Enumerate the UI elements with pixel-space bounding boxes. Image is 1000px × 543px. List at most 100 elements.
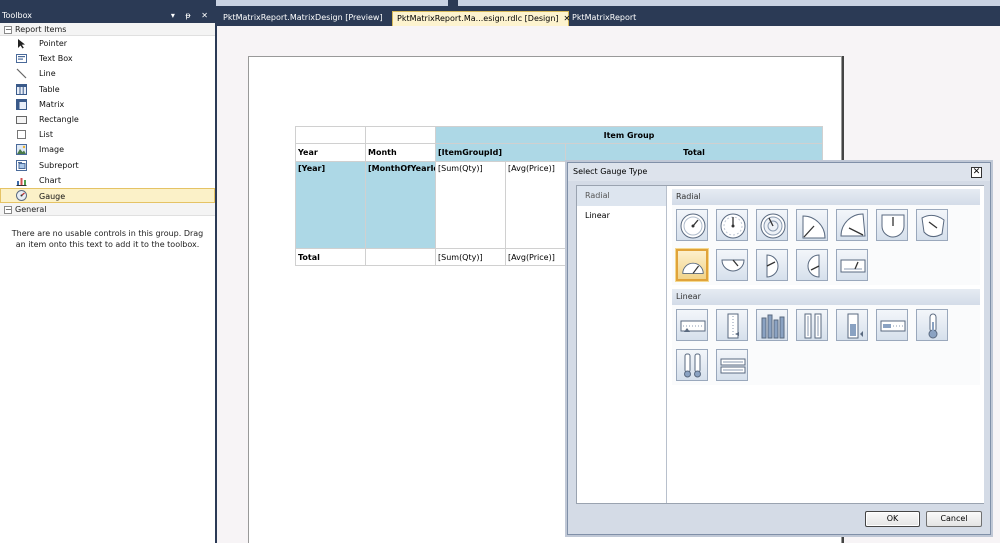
total-sum-qty-cell[interactable]: [Sum(Qty)] [435, 248, 506, 266]
radial-gauge-option[interactable] [676, 209, 708, 241]
textbox-icon [16, 54, 27, 64]
toolbox-item-matrix[interactable]: Matrix [0, 97, 215, 112]
select-gauge-type-dialog: Select Gauge Type ✕ Radial Linear Radial [567, 162, 991, 535]
radial-gauge-option[interactable] [916, 209, 948, 241]
dialog-title: Select Gauge Type [573, 167, 648, 176]
collapse-icon[interactable]: − [4, 25, 12, 34]
toolbox-item-label: Gauge [39, 191, 66, 201]
matrix-icon [16, 98, 27, 110]
linear-gauge-option[interactable] [676, 349, 708, 381]
linear-section-header: Linear [672, 289, 980, 305]
tab-pktmatrixreport[interactable]: PktMatrixReport [568, 11, 640, 26]
linear-gallery [672, 305, 980, 385]
toolbox-empty-message[interactable]: There are no usable controls in this gro… [0, 216, 215, 250]
toolbox-item-label: List [39, 130, 53, 140]
total-row-label[interactable]: Total [295, 248, 366, 266]
toolbox-item-gauge[interactable]: Gauge [0, 187, 215, 204]
matrix-corner-cell[interactable] [365, 126, 436, 144]
toolbox-item-textbox[interactable]: Text Box [0, 51, 215, 66]
dialog-body: Radial Linear Radial Linear [576, 185, 984, 504]
toolbox-item-line[interactable]: Line [0, 66, 215, 81]
linear-gauge-option[interactable] [716, 309, 748, 341]
toolbox-item-label: Rectangle [39, 114, 79, 124]
avg-price-cell[interactable]: [Avg(Price)] [505, 161, 567, 249]
toolbox-item-rectangle[interactable]: Rectangle [0, 112, 215, 127]
month-field-cell[interactable]: [MonthOfYearId [365, 161, 436, 249]
linear-gauge-icon [684, 353, 701, 378]
collapse-icon[interactable]: − [4, 205, 12, 214]
close-icon[interactable]: ✕ [971, 167, 982, 178]
cancel-button[interactable]: Cancel [926, 511, 982, 527]
chart-icon [16, 177, 27, 186]
line-icon [16, 68, 27, 79]
linear-gauge-icon [727, 313, 739, 339]
pointer-icon [18, 39, 25, 49]
radial-gauge-option[interactable] [756, 209, 788, 241]
linear-gauge-icon [720, 358, 746, 374]
radial-gauge-option[interactable] [836, 209, 868, 241]
linear-gauge-icon [804, 313, 822, 339]
radial-gauge-option[interactable] [836, 249, 868, 281]
toolbox-item-image[interactable]: Image [0, 142, 215, 157]
linear-gauge-option[interactable] [876, 309, 908, 341]
radial-gauge-icon [840, 213, 866, 237]
month-header[interactable]: Month [365, 143, 436, 162]
toolbox-item-subreport[interactable]: Subreport [0, 158, 215, 173]
toolbox-item-list[interactable]: List [0, 127, 215, 142]
linear-gauge-option[interactable] [756, 309, 788, 341]
linear-gauge-option[interactable] [716, 349, 748, 381]
itemgroupid-header[interactable]: [ItemGroupId] [435, 143, 566, 162]
toolbox-item-chart[interactable]: Chart [0, 173, 215, 188]
radial-gauge-option[interactable] [876, 209, 908, 241]
radial-gauge-option[interactable] [796, 209, 828, 241]
ok-button[interactable]: OK [865, 511, 920, 527]
linear-gauge-icon [928, 313, 938, 339]
radial-gauge-option[interactable] [716, 209, 748, 241]
rectangle-icon [16, 115, 27, 124]
radial-gauge-icon [881, 214, 905, 238]
nav-item-linear[interactable]: Linear [577, 206, 666, 226]
tab-label: PktMatrixReport [572, 13, 637, 22]
linear-gauge-option[interactable] [916, 309, 948, 341]
toolbox-item-label: Table [39, 84, 60, 94]
toolbox-title-bar: Toolbox ▾ ᵽ ✕ [0, 9, 215, 23]
nav-item-radial[interactable]: Radial [577, 186, 666, 206]
subreport-icon [16, 159, 27, 171]
radial-gauge-icon [766, 254, 779, 278]
linear-gauge-icon [761, 314, 785, 339]
total-row-empty-cell[interactable] [365, 248, 436, 266]
total-avg-price-cell[interactable]: [Avg(Price)] [505, 248, 567, 266]
year-header[interactable]: Year [295, 143, 366, 162]
radial-gauge-option[interactable] [716, 249, 748, 281]
radial-gauge-icon [921, 214, 945, 238]
group-report-items[interactable]: − Report Items [0, 23, 215, 36]
group-general[interactable]: − General [0, 203, 215, 217]
sum-qty-cell[interactable]: [Sum(Qty)] [435, 161, 506, 249]
linear-gauge-icon [847, 313, 863, 339]
radial-gauge-icon [721, 259, 745, 272]
radial-gauge-option[interactable] [756, 249, 788, 281]
tab-preview[interactable]: PktMatrixReport.MatrixDesign [Preview] [219, 11, 387, 26]
toolbox-item-label: Subreport [39, 160, 79, 170]
radial-gauge-option[interactable] [796, 249, 828, 281]
radial-gallery [672, 205, 980, 285]
radial-gauge-option-selected[interactable] [676, 249, 708, 281]
linear-gauge-option[interactable] [836, 309, 868, 341]
toolbox-item-label: Image [39, 145, 65, 155]
linear-gauge-option[interactable] [796, 309, 828, 341]
radial-gauge-icon [807, 254, 820, 278]
year-field-cell[interactable]: [Year] [295, 161, 366, 249]
toolbox-item-label: Line [39, 69, 56, 79]
toolbox-item-pointer[interactable]: Pointer [0, 36, 215, 51]
dialog-title-bar: Select Gauge Type [568, 163, 990, 181]
linear-gauge-option[interactable] [676, 309, 708, 341]
item-group-header[interactable]: Item Group [435, 126, 823, 144]
image-icon [16, 144, 27, 156]
matrix-corner-cell[interactable] [295, 126, 366, 144]
total-column-header[interactable]: Total [565, 143, 823, 162]
tab-design[interactable]: PktMatrixReport.Ma...esign.rdlc [Design]… [392, 11, 570, 26]
list-icon [17, 130, 26, 140]
toolbox-item-table[interactable]: Table [0, 82, 215, 97]
radial-section-header: Radial [672, 189, 980, 205]
toolbox-window-controls[interactable]: ▾ ᵽ ✕ [171, 9, 212, 23]
